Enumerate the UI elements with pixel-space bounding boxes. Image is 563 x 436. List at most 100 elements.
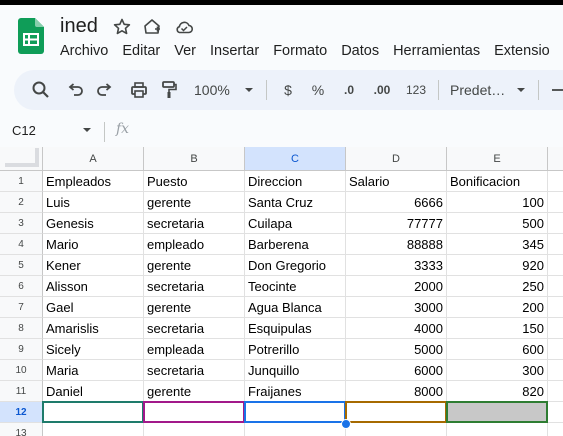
search-icon[interactable] <box>30 79 52 101</box>
cell-b2[interactable]: gerente <box>144 192 245 213</box>
column-header-b[interactable]: B <box>144 147 245 171</box>
cell-b8[interactable]: secretaria <box>144 318 245 339</box>
cell-b3[interactable]: secretaria <box>144 213 245 234</box>
column-header-c[interactable]: C <box>245 147 346 171</box>
cell-f2[interactable] <box>548 192 563 213</box>
cell-c13[interactable] <box>245 423 346 436</box>
cell-f7[interactable] <box>548 297 563 318</box>
menu-archivo[interactable]: Archivo <box>60 43 108 59</box>
cell-f9[interactable] <box>548 339 563 360</box>
cell-c9[interactable]: Potrerillo <box>245 339 346 360</box>
print-icon[interactable] <box>128 79 150 101</box>
document-title[interactable]: ined <box>60 15 98 38</box>
cell-d1[interactable]: Salario <box>346 171 447 192</box>
cell-c3[interactable]: Cuilapa <box>245 213 346 234</box>
cell-d11[interactable]: 8000 <box>346 381 447 402</box>
cell-a9[interactable]: Sicely <box>43 339 144 360</box>
currency-button[interactable]: $ <box>278 79 298 101</box>
row-header-5[interactable]: 5 <box>0 255 43 276</box>
cell-f6[interactable] <box>548 276 563 297</box>
menu-editar[interactable]: Editar <box>122 43 160 59</box>
cell-b1[interactable]: Puesto <box>144 171 245 192</box>
increase-decimals-button[interactable]: .00 <box>370 79 394 101</box>
cell-d5[interactable]: 3333 <box>346 255 447 276</box>
cell-c6[interactable]: Teocinte <box>245 276 346 297</box>
cell-a11[interactable]: Daniel <box>43 381 144 402</box>
row-header-9[interactable]: 9 <box>0 339 43 360</box>
cell-c11[interactable]: Fraijanes <box>245 381 346 402</box>
cell-d3[interactable]: 77777 <box>346 213 447 234</box>
cell-f10[interactable] <box>548 360 563 381</box>
cell-e8[interactable]: 150 <box>447 318 548 339</box>
cell-e6[interactable]: 250 <box>447 276 548 297</box>
column-header-e[interactable]: E <box>447 147 548 171</box>
menu-formato[interactable]: Formato <box>273 43 327 59</box>
menu-ver[interactable]: Ver <box>174 43 196 59</box>
cell-c8[interactable]: Esquipulas <box>245 318 346 339</box>
cell-f5[interactable] <box>548 255 563 276</box>
cell-e13[interactable] <box>447 423 548 436</box>
cell-c1[interactable]: Direccion <box>245 171 346 192</box>
cell-b5[interactable]: gerente <box>144 255 245 276</box>
cell-d4[interactable]: 88888 <box>346 234 447 255</box>
zoom-select[interactable]: 100% <box>194 79 234 101</box>
menu-herramientas[interactable]: Herramientas <box>393 43 480 59</box>
cell-b9[interactable]: empleada <box>144 339 245 360</box>
cell-b7[interactable]: gerente <box>144 297 245 318</box>
star-icon[interactable] <box>112 17 132 37</box>
menu-insertar[interactable]: Insertar <box>210 43 259 59</box>
cell-e10[interactable]: 300 <box>447 360 548 381</box>
row-header-6[interactable]: 6 <box>0 276 43 297</box>
row-header-1[interactable]: 1 <box>0 171 43 192</box>
cell-f11[interactable] <box>548 381 563 402</box>
cell-e5[interactable]: 920 <box>447 255 548 276</box>
cell-d13[interactable] <box>346 423 447 436</box>
row-header-8[interactable]: 8 <box>0 318 43 339</box>
column-header-d[interactable]: D <box>346 147 447 171</box>
cell-c4[interactable]: Barberena <box>245 234 346 255</box>
cell-b4[interactable]: empleado <box>144 234 245 255</box>
name-box-chevron-down-icon[interactable] <box>83 128 91 132</box>
row-header-4[interactable]: 4 <box>0 234 43 255</box>
cell-c7[interactable]: Agua Blanca <box>245 297 346 318</box>
row-header-3[interactable]: 3 <box>0 213 43 234</box>
cell-c10[interactable]: Junquillo <box>245 360 346 381</box>
cell-b13[interactable] <box>144 423 245 436</box>
decrease-font-size-icon[interactable] <box>550 79 563 101</box>
cell-a1[interactable]: Empleados <box>43 171 144 192</box>
font-chevron-down-icon[interactable] <box>514 79 528 101</box>
column-header-f[interactable] <box>548 147 563 171</box>
cell-a8[interactable]: Amarislis <box>43 318 144 339</box>
cell-f8[interactable] <box>548 318 563 339</box>
menu-extensiones[interactable]: Extensio <box>494 43 550 59</box>
cell-d7[interactable]: 3000 <box>346 297 447 318</box>
cell-a5[interactable]: Kener <box>43 255 144 276</box>
undo-icon[interactable] <box>64 79 86 101</box>
cell-a13[interactable] <box>43 423 144 436</box>
cell-d8[interactable]: 4000 <box>346 318 447 339</box>
cell-b6[interactable]: secretaria <box>144 276 245 297</box>
move-to-folder-icon[interactable] <box>142 17 162 37</box>
formula-input[interactable] <box>134 121 554 141</box>
cell-e3[interactable]: 500 <box>447 213 548 234</box>
menu-datos[interactable]: Datos <box>341 43 379 59</box>
cell-e11[interactable]: 820 <box>447 381 548 402</box>
cell-e9[interactable]: 600 <box>447 339 548 360</box>
cell-a6[interactable]: Alisson <box>43 276 144 297</box>
redo-icon[interactable] <box>94 79 116 101</box>
cell-a7[interactable]: Gael <box>43 297 144 318</box>
percent-button[interactable]: % <box>308 79 328 101</box>
select-all-corner[interactable] <box>0 147 43 171</box>
cell-e1[interactable]: Bonificacion <box>447 171 548 192</box>
fill-handle[interactable] <box>341 419 351 429</box>
cell-f3[interactable] <box>548 213 563 234</box>
column-header-a[interactable]: A <box>43 147 144 171</box>
cell-e4[interactable]: 345 <box>447 234 548 255</box>
cell-b11[interactable]: gerente <box>144 381 245 402</box>
row-header-13[interactable]: 13 <box>0 423 43 436</box>
zoom-chevron-down-icon[interactable] <box>242 79 256 101</box>
cell-d2[interactable]: 6666 <box>346 192 447 213</box>
cell-a10[interactable]: Maria <box>43 360 144 381</box>
cloud-status-icon[interactable] <box>174 17 194 37</box>
row-header-12[interactable]: 12 <box>0 402 43 423</box>
